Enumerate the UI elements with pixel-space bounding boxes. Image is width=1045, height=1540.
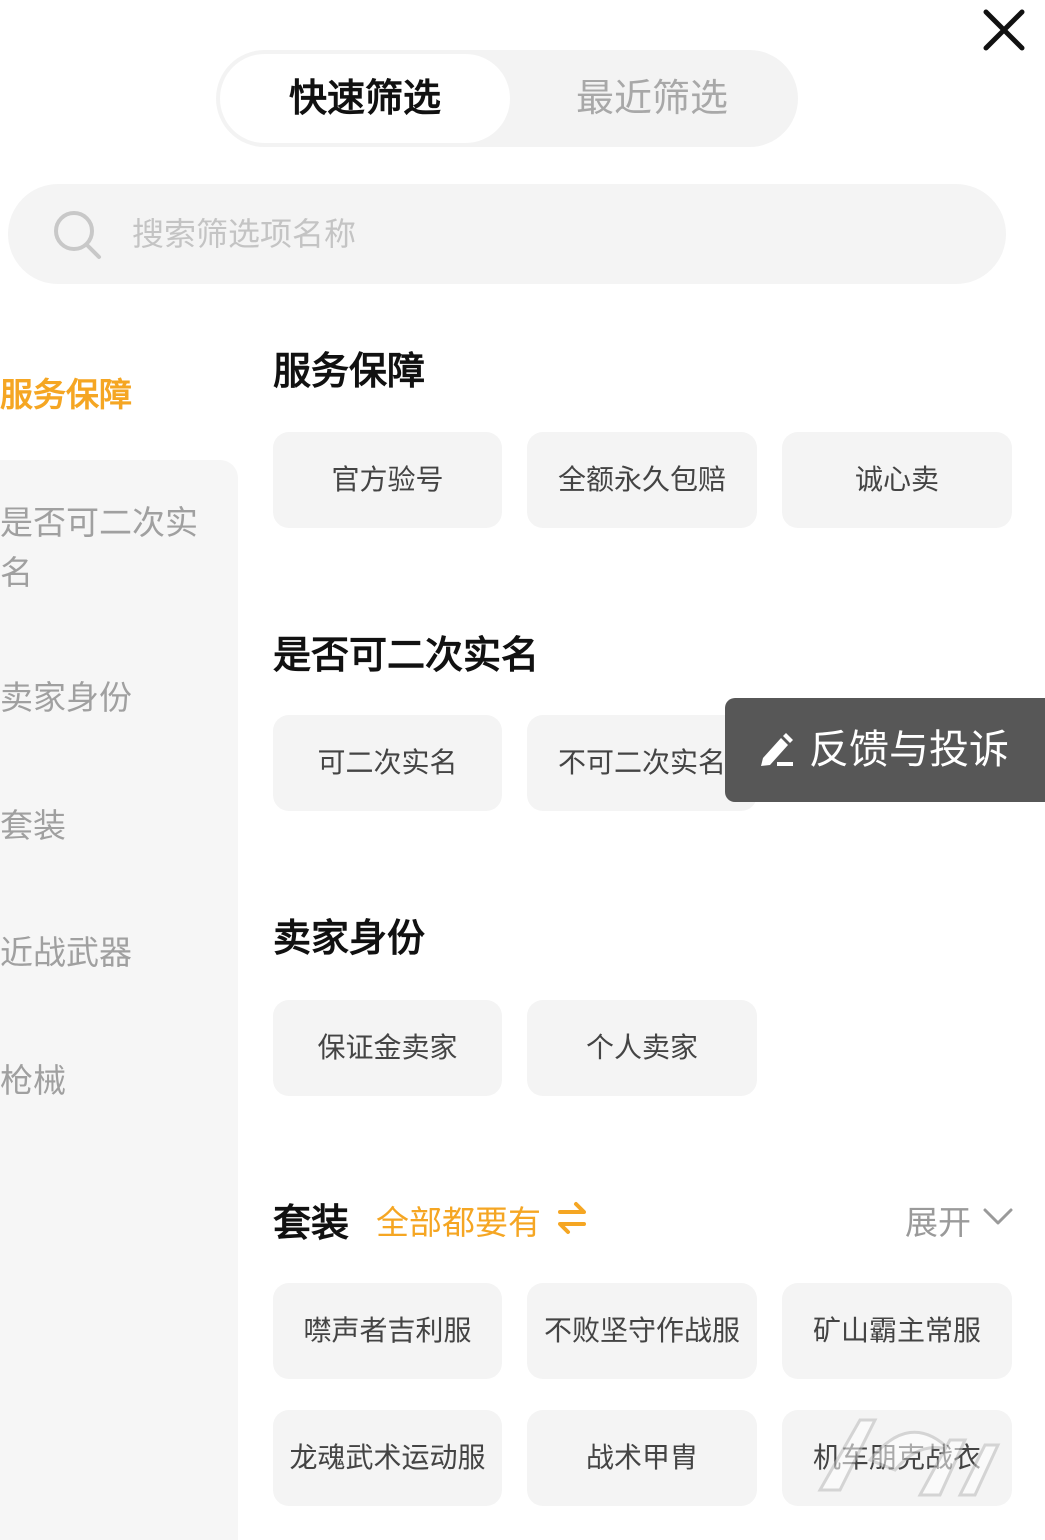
sidebar-bg <box>0 460 238 1540</box>
option-outfit-ghillie[interactable]: 噤声者吉利服 <box>273 1283 502 1379</box>
section-title-outfit: 套装 <box>273 1201 350 1245</box>
sidebar-item-guns[interactable]: 枪械 <box>0 1056 230 1106</box>
option-outfit-dragon-soul[interactable]: 龙魂武术运动服 <box>273 1410 502 1506</box>
close-icon <box>983 9 1025 51</box>
option-official-verify[interactable]: 官方验号 <box>273 432 502 528</box>
search-input[interactable] <box>132 184 932 284</box>
option-outfit-mine-lord[interactable]: 矿山霸主常服 <box>782 1283 1012 1379</box>
watermark-logo <box>817 1418 1001 1497</box>
edit-icon <box>761 733 793 766</box>
option-personal-seller[interactable]: 个人卖家 <box>527 1000 757 1096</box>
option-sincere-sale[interactable]: 诚心卖 <box>782 432 1012 528</box>
section-title-seller: 卖家身份 <box>273 916 426 960</box>
sidebar-item-realname[interactable]: 是否可二次实名 <box>0 498 215 598</box>
filter-mode-tabs: 快速筛选 最近筛选 <box>216 50 798 147</box>
option-outfit-unbeaten[interactable]: 不败坚守作战服 <box>527 1283 757 1379</box>
option-realname-no[interactable]: 不可二次实名 <box>527 715 757 811</box>
feedback-button[interactable]: 反馈与投诉 <box>725 698 1045 802</box>
option-outfit-tactical-armor[interactable]: 战术甲胄 <box>527 1410 757 1506</box>
search-icon <box>54 211 101 259</box>
sidebar-item-melee[interactable]: 近战武器 <box>0 928 230 978</box>
expand-button[interactable]: 展开 <box>905 1196 971 1244</box>
chevron-down-icon[interactable] <box>982 1204 1014 1230</box>
option-full-compensation[interactable]: 全额永久包赔 <box>527 432 757 528</box>
sidebar-item-outfit[interactable]: 套装 <box>0 801 230 851</box>
section-title-realname: 是否可二次实名 <box>273 633 540 677</box>
sidebar-item-service[interactable]: 服务保障 <box>0 370 230 420</box>
option-deposit-seller[interactable]: 保证金卖家 <box>273 1000 502 1096</box>
close-button[interactable] <box>978 4 1030 56</box>
swap-icon[interactable] <box>556 1200 588 1236</box>
match-mode-toggle[interactable]: 全部都要有 <box>376 1196 541 1244</box>
feedback-label: 反馈与投诉 <box>809 727 1009 773</box>
category-sidebar: 服务保障 是否可二次实名 卖家身份 套装 近战武器 枪械 <box>0 330 238 1540</box>
sidebar-item-seller[interactable]: 卖家身份 <box>0 673 230 723</box>
tab-quick-filter[interactable]: 快速筛选 <box>220 54 510 143</box>
tab-recent-filter[interactable]: 最近筛选 <box>506 50 798 147</box>
option-realname-yes[interactable]: 可二次实名 <box>273 715 502 811</box>
section-title-service: 服务保障 <box>273 349 426 393</box>
search-bar[interactable] <box>8 184 1006 284</box>
